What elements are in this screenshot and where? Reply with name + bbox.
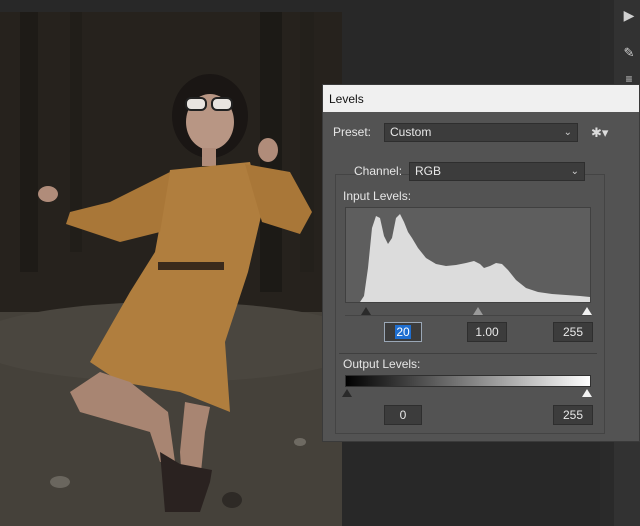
document-image[interactable] [0,12,342,526]
output-black-value: 0 [399,408,407,422]
input-white-field[interactable]: 255 [553,322,593,342]
preset-label: Preset: [333,125,372,139]
output-white-slider[interactable] [582,389,592,397]
input-gamma-slider[interactable] [473,307,483,315]
input-black-slider[interactable] [361,307,371,315]
output-black-field[interactable]: 0 [384,405,422,425]
play-icon[interactable]: ▶ [618,4,640,26]
input-gamma-field[interactable]: 1.00 [467,322,507,342]
dialog-titlebar[interactable]: Levels [323,85,639,112]
input-gamma-value: 1.00 [475,325,499,339]
dialog-title: Levels [329,92,364,106]
preset-select[interactable]: Custom ⌄ [384,123,578,142]
channel-label: Channel: [354,164,403,178]
output-white-field[interactable]: 255 [553,405,593,425]
brush-icon[interactable]: ✎ [618,42,640,64]
input-black-value: 20 [395,325,411,339]
channel-value: RGB [415,164,442,178]
gear-icon[interactable]: ✱▾ [591,125,608,141]
output-black-slider[interactable] [342,389,352,397]
output-white-value: 255 [562,408,584,422]
input-black-field[interactable]: 20 [384,322,422,342]
input-slider-track [345,315,591,316]
chevron-down-icon: ⌄ [563,127,572,138]
output-levels-label: Output Levels: [343,357,421,371]
preset-value: Custom [390,125,432,139]
photo-illustration [0,12,342,526]
histogram [345,207,591,303]
input-white-value: 255 [562,325,584,339]
histogram-graph [346,214,590,302]
levels-dialog: Levels Preset: Custom ⌄ ✱▾ Channel: RGB … [322,84,640,442]
chevron-down-icon: ⌄ [570,166,579,177]
section-divider [339,353,597,354]
output-gradient-bar [345,375,591,387]
input-levels-label: Input Levels: [343,189,412,203]
channel-select[interactable]: RGB ⌄ [409,162,585,181]
input-white-slider[interactable] [582,307,592,315]
